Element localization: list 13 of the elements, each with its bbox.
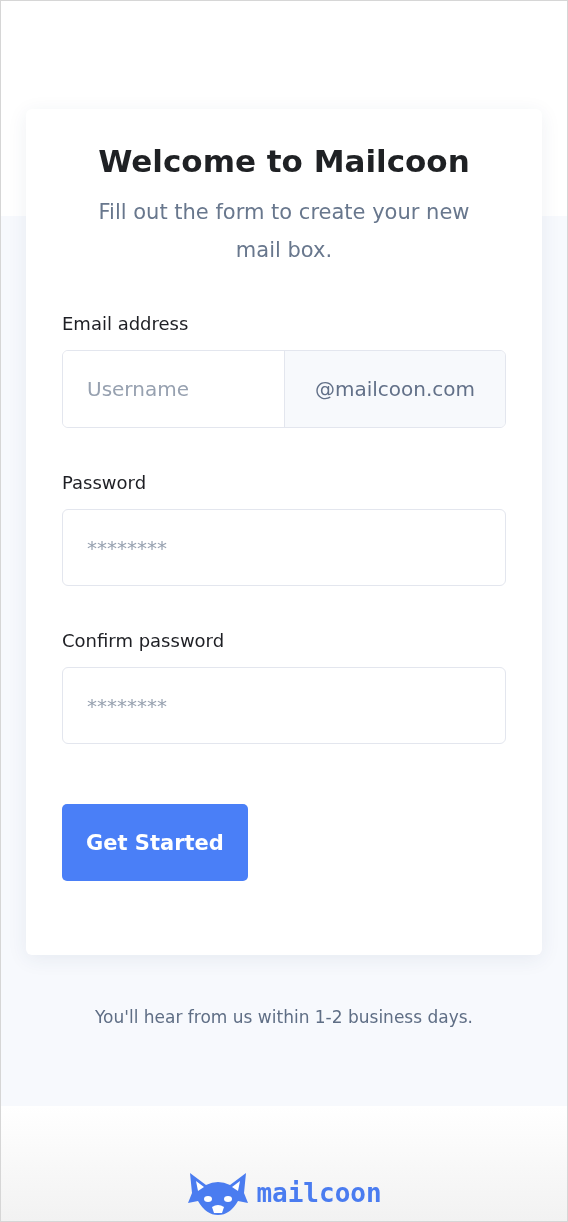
field-label: Password [62,472,147,493]
email-field[interactable]: Username @mailcoon.com [62,350,506,428]
password-field[interactable]: ******** [62,667,506,744]
domain-suffix: @mailcoon.com [285,351,505,427]
password-field[interactable]: ******** [62,509,506,586]
logo-wordmark: mailcoon [256,1178,382,1208]
field-label: Email address [62,313,189,334]
field-label: Confirm password [62,630,225,651]
response-note: You'll hear from us within 1-2 business days. [94,1007,473,1027]
raccoon-icon [186,1171,251,1215]
page-title: Welcome to Mailcoon [98,143,470,179]
get-started-button[interactable]: Get Started [62,804,248,881]
page-subtitle: Fill out the form to create your new mail box. [97,199,471,264]
